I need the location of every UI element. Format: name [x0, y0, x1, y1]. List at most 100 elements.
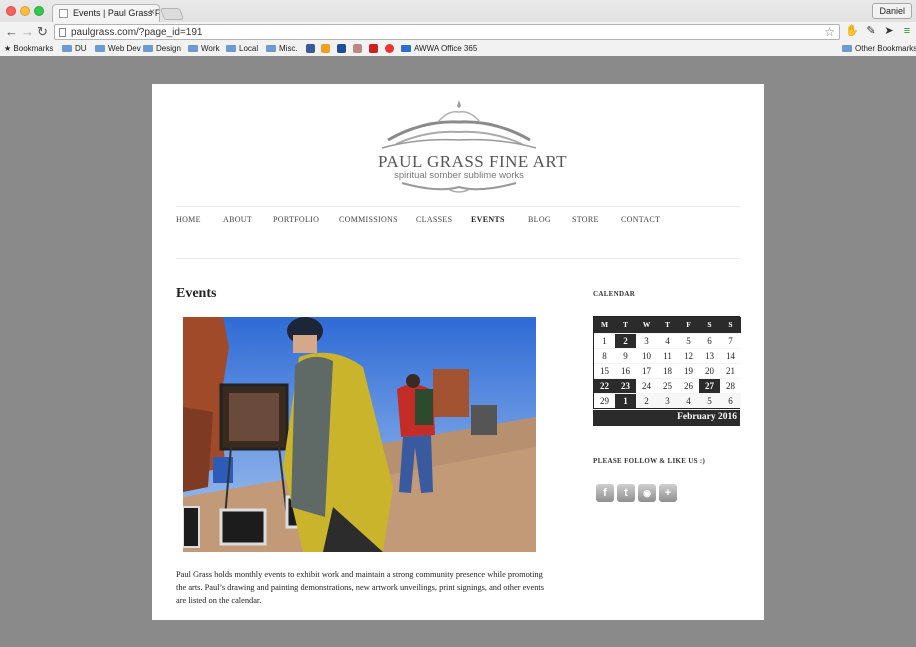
calendar-day[interactable]: 15: [594, 363, 615, 378]
calendar-day[interactable]: 17: [636, 363, 657, 378]
minimize-window-button[interactable]: [20, 6, 30, 16]
events-calendar: M T W T F S S 1 2 3 4 5 6 7 8 9 10 11 12…: [593, 316, 741, 426]
bookmark-label: Local: [239, 44, 259, 53]
rss-icon[interactable]: ◉: [638, 484, 656, 502]
calendar-day[interactable]: 4: [657, 333, 678, 348]
calendar-day-event[interactable]: 23: [615, 378, 636, 393]
calendar-day[interactable]: 20: [699, 363, 720, 378]
weekday-header: S: [720, 317, 741, 333]
calendar-day[interactable]: 28: [720, 378, 741, 393]
close-window-button[interactable]: [6, 6, 16, 16]
calendar-day[interactable]: 13: [699, 348, 720, 363]
chrome-menu-icon[interactable]: ≡: [901, 25, 913, 37]
nav-about[interactable]: ABOUT: [223, 215, 252, 224]
calendar-day-event[interactable]: 27: [699, 378, 720, 393]
twitter-icon[interactable]: t: [617, 484, 635, 502]
calendar-day[interactable]: 8: [594, 348, 615, 363]
bookmark-folder-du[interactable]: DU: [62, 43, 87, 54]
bookmark-folder-misc[interactable]: Misc.: [266, 43, 298, 54]
folder-icon: [842, 45, 852, 52]
bookmark-icon-3[interactable]: [337, 44, 346, 53]
calendar-day[interactable]: 18: [657, 363, 678, 378]
zoom-window-button[interactable]: [34, 6, 44, 16]
bookmark-icon-6[interactable]: [385, 44, 394, 53]
calendar-day[interactable]: 12: [678, 348, 699, 363]
calendar-day[interactable]: 14: [720, 348, 741, 363]
browser-tab[interactable]: Events | Paul Grass Fine Art ×: [52, 4, 160, 22]
calendar-day[interactable]: 3: [636, 333, 657, 348]
tab-close-icon[interactable]: ×: [149, 7, 155, 18]
bookmark-label: Bookmarks: [13, 44, 54, 53]
calendar-day[interactable]: 1: [594, 333, 615, 348]
new-tab-button[interactable]: [159, 8, 185, 20]
bookmarks-star-button[interactable]: ★ Bookmarks: [4, 43, 53, 54]
weekday-header: W: [636, 317, 657, 333]
bookmark-label: Other Bookmarks: [855, 44, 916, 53]
calendar-day-event[interactable]: 2: [615, 333, 636, 348]
calendar-day[interactable]: 24: [636, 378, 657, 393]
calendar-day-next-month[interactable]: 2: [636, 393, 657, 408]
bookmark-icon-4[interactable]: [353, 44, 362, 53]
extension-cursor-icon[interactable]: ➤: [883, 25, 895, 37]
calendar-day[interactable]: 26: [678, 378, 699, 393]
calendar-day[interactable]: 9: [615, 348, 636, 363]
facebook-icon[interactable]: f: [596, 484, 614, 502]
bookmark-label: Misc.: [279, 44, 298, 53]
bookmark-icon-1[interactable]: [306, 44, 315, 53]
address-bar[interactable]: paulgrass.com/?page_id=191 ☆: [54, 24, 840, 40]
nav-classes[interactable]: CLASSES: [416, 215, 452, 224]
extension-eyedropper-icon[interactable]: ✎: [865, 25, 877, 37]
bookmark-amazon-icon[interactable]: [321, 44, 330, 53]
bookmark-label: AWWA Office 365: [414, 44, 478, 53]
bookmark-folder-other[interactable]: Other Bookmarks: [842, 43, 916, 54]
site-logo[interactable]: PAUL GRASS FINE ART spiritual somber sub…: [378, 100, 567, 193]
nav-commissions[interactable]: COMMISSIONS: [339, 215, 398, 224]
calendar-day-event[interactable]: 1: [615, 393, 636, 408]
folder-icon: [266, 45, 276, 52]
nav-home[interactable]: HOME: [176, 215, 201, 224]
calendar-day[interactable]: 7: [720, 333, 741, 348]
calendar-day[interactable]: 6: [699, 333, 720, 348]
logo-ornament-top-icon: [381, 100, 537, 149]
tab-title: Events | Paul Grass Fine Art: [73, 8, 160, 18]
calendar-day[interactable]: 25: [657, 378, 678, 393]
calendar-day-next-month[interactable]: 6: [720, 393, 741, 408]
forward-arrow-icon[interactable]: →: [21, 25, 34, 38]
profile-button[interactable]: Daniel: [872, 3, 912, 19]
calendar-day-event[interactable]: 22: [594, 378, 615, 393]
weekday-header: T: [615, 317, 636, 333]
calendar-day[interactable]: 19: [678, 363, 699, 378]
nav-divider-bottom: [176, 258, 740, 259]
calendar-day[interactable]: 29: [594, 393, 615, 408]
calendar-month-label[interactable]: February 2016: [593, 410, 740, 426]
back-arrow-icon[interactable]: ←: [5, 25, 18, 38]
nav-events[interactable]: EVENTS: [471, 215, 505, 224]
bookmark-folder-design[interactable]: Design: [143, 43, 181, 54]
bookmark-folder-local[interactable]: Local: [226, 43, 258, 54]
calendar-day[interactable]: 16: [615, 363, 636, 378]
folder-icon: [143, 45, 153, 52]
nav-store[interactable]: STORE: [572, 215, 599, 224]
calendar-day-next-month[interactable]: 3: [657, 393, 678, 408]
calendar-day-next-month[interactable]: 5: [699, 393, 720, 408]
folder-icon: [62, 45, 72, 52]
bookmark-folder-work[interactable]: Work: [188, 43, 220, 54]
bookmark-icon-5[interactable]: [369, 44, 378, 53]
plus-icon[interactable]: +: [659, 484, 677, 502]
bookmark-label: Work: [201, 44, 220, 53]
calendar-day[interactable]: 11: [657, 348, 678, 363]
calendar-day[interactable]: 5: [678, 333, 699, 348]
bookmark-star-icon[interactable]: ☆: [824, 25, 835, 39]
bookmark-folder-webdev[interactable]: Web Dev: [95, 43, 141, 54]
extension-hand-icon[interactable]: ✋: [845, 25, 859, 37]
nav-contact[interactable]: CONTACT: [621, 215, 660, 224]
calendar-day[interactable]: 10: [636, 348, 657, 363]
weekday-header: M: [594, 317, 615, 333]
calendar-day[interactable]: 21: [720, 363, 741, 378]
nav-portfolio[interactable]: PORTFOLIO: [273, 215, 319, 224]
nav-blog[interactable]: BLOG: [528, 215, 551, 224]
bookmark-awwa[interactable]: AWWA Office 365: [401, 43, 477, 54]
tab-strip: Events | Paul Grass Fine Art × Daniel: [0, 0, 916, 22]
reload-icon[interactable]: ↻: [37, 25, 48, 38]
calendar-day-next-month[interactable]: 4: [678, 393, 699, 408]
